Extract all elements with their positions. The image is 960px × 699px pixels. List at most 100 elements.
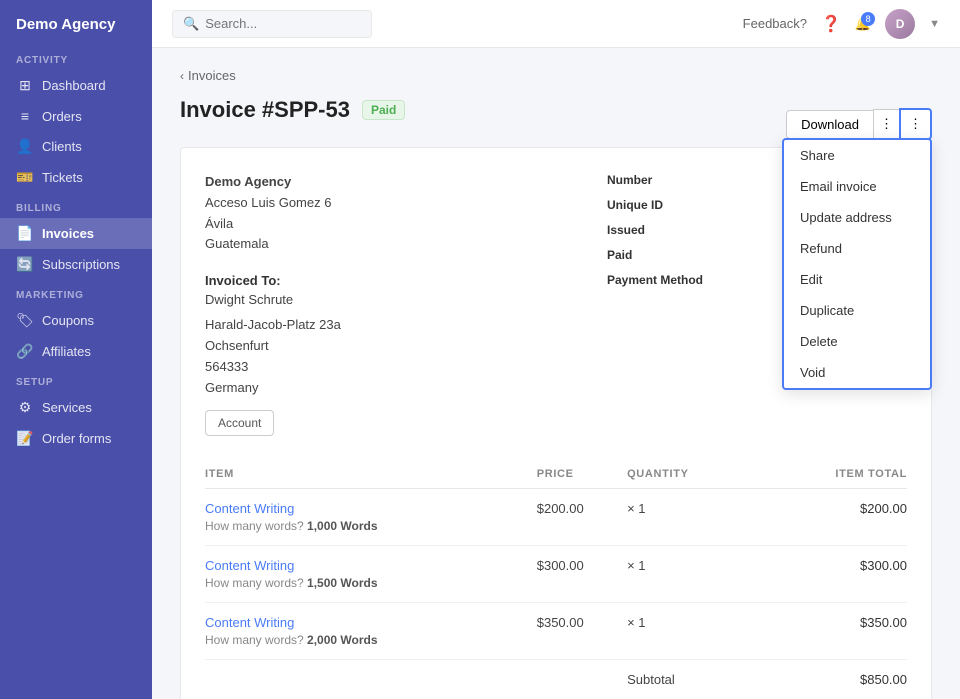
coupons-icon: 🏷 bbox=[16, 312, 34, 329]
section-setup: Setup bbox=[0, 367, 152, 392]
affiliates-icon: 🔗 bbox=[16, 343, 34, 360]
item-name-link-1[interactable]: Content Writing bbox=[205, 558, 537, 573]
item-desc-1: How many words? 1,500 Words bbox=[205, 576, 378, 590]
avatar[interactable]: D bbox=[885, 9, 915, 39]
breadcrumb[interactable]: ‹ Invoices bbox=[180, 68, 932, 83]
sidebar-item-services[interactable]: ⚙ Services bbox=[0, 392, 152, 423]
item-price-1: $300.00 bbox=[537, 546, 627, 603]
avatar-chevron-icon[interactable]: ▼ bbox=[929, 18, 940, 30]
download-area: Download ⋮ ⋮ bbox=[786, 108, 932, 140]
menu-item-email-invoice[interactable]: Email invoice bbox=[784, 171, 930, 202]
more-options-button[interactable]: ⋮ bbox=[899, 108, 932, 140]
to-city: Ochsenfurt bbox=[205, 336, 341, 357]
breadcrumb-chevron-icon: ‹ bbox=[180, 69, 184, 83]
sidebar-item-orders[interactable]: ≡ Orders bbox=[0, 101, 152, 131]
topbar: 🔍 Feedback? ❓ 🔔 8 D ▼ bbox=[152, 0, 960, 48]
col-item-total: Item Total bbox=[745, 460, 907, 489]
item-name-cell: Content Writing How many words? 2,000 Wo… bbox=[205, 603, 537, 660]
services-icon: ⚙ bbox=[16, 399, 34, 416]
sidebar-item-clients[interactable]: 👤 Clients bbox=[0, 131, 152, 162]
status-badge: Paid bbox=[362, 100, 405, 120]
menu-item-delete[interactable]: Delete bbox=[784, 326, 930, 357]
main-area: 🔍 Feedback? ❓ 🔔 8 D ▼ ‹ Invoices Invoice… bbox=[152, 0, 960, 699]
search-box[interactable]: 🔍 bbox=[172, 10, 372, 38]
sidebar-item-order-forms-label: Order forms bbox=[42, 431, 111, 446]
item-total-2: $350.00 bbox=[745, 603, 907, 660]
account-button[interactable]: Account bbox=[205, 410, 274, 436]
search-icon: 🔍 bbox=[183, 16, 199, 32]
item-name-link-2[interactable]: Content Writing bbox=[205, 615, 537, 630]
sidebar-item-subscriptions[interactable]: 🔄 Subscriptions bbox=[0, 249, 152, 280]
sidebar-item-tickets[interactable]: 🎫 Tickets bbox=[0, 162, 152, 193]
item-desc-2: How many words? 2,000 Words bbox=[205, 633, 378, 647]
menu-item-duplicate[interactable]: Duplicate bbox=[784, 295, 930, 326]
item-name-cell: Content Writing How many words? 1,500 Wo… bbox=[205, 546, 537, 603]
sidebar-item-order-forms[interactable]: 📝 Order forms bbox=[0, 423, 152, 454]
section-marketing: Marketing bbox=[0, 280, 152, 305]
app-title: Demo Agency bbox=[0, 0, 152, 45]
item-name-link-0[interactable]: Content Writing bbox=[205, 501, 537, 516]
download-split-icon[interactable]: ⋮ bbox=[873, 109, 899, 139]
from-city: Ávila bbox=[205, 214, 341, 235]
sidebar-item-coupons[interactable]: 🏷 Coupons bbox=[0, 305, 152, 336]
invoice-title: Invoice #SPP-53 bbox=[180, 97, 350, 123]
notification-badge: 8 bbox=[861, 12, 875, 26]
item-desc-0: How many words? 1,000 Words bbox=[205, 519, 378, 533]
content-area: ‹ Invoices Invoice #SPP-53 Paid Download… bbox=[152, 48, 960, 699]
invoice-to-address: Harald-Jacob-Platz 23a Ochsenfurt 564333… bbox=[205, 315, 341, 398]
sidebar: Demo Agency Activity ⊞ Dashboard ≡ Order… bbox=[0, 0, 152, 699]
menu-item-share[interactable]: Share bbox=[784, 140, 930, 171]
menu-item-refund[interactable]: Refund bbox=[784, 233, 930, 264]
invoices-icon: 📄 bbox=[16, 225, 34, 242]
menu-item-edit[interactable]: Edit bbox=[784, 264, 930, 295]
sidebar-item-invoices[interactable]: 📄 Invoices bbox=[0, 218, 152, 249]
to-country: Germany bbox=[205, 378, 341, 399]
item-total-1: $300.00 bbox=[745, 546, 907, 603]
invoice-to-label: Invoiced To: bbox=[205, 273, 341, 288]
from-country: Guatemala bbox=[205, 234, 341, 255]
table-row: Content Writing How many words? 2,000 Wo… bbox=[205, 603, 907, 660]
field-unique-id-label: Unique ID bbox=[607, 198, 737, 212]
field-payment-method-label: Payment Method bbox=[607, 273, 737, 287]
subtotal-row: Subtotal $850.00 bbox=[205, 660, 907, 699]
from-address1: Acceso Luis Gomez 6 bbox=[205, 193, 341, 214]
orders-icon: ≡ bbox=[16, 108, 34, 124]
menu-item-update-address[interactable]: Update address bbox=[784, 202, 930, 233]
field-issued-label: Issued bbox=[607, 223, 737, 237]
dropdown-menu: Share Email invoice Update address Refun… bbox=[782, 138, 932, 390]
sidebar-item-affiliates-label: Affiliates bbox=[42, 344, 91, 359]
item-price-0: $200.00 bbox=[537, 489, 627, 546]
subtotal-label: Subtotal bbox=[627, 660, 745, 699]
item-price-2: $350.00 bbox=[537, 603, 627, 660]
search-input[interactable] bbox=[205, 16, 365, 31]
invoice-from-to: Demo Agency Acceso Luis Gomez 6 Ávila Gu… bbox=[205, 172, 341, 436]
item-qty-0: × 1 bbox=[627, 489, 745, 546]
feedback-label[interactable]: Feedback? bbox=[743, 16, 807, 31]
field-number-label: Number bbox=[607, 173, 737, 187]
sidebar-item-orders-label: Orders bbox=[42, 109, 82, 124]
sidebar-item-invoices-label: Invoices bbox=[42, 226, 94, 241]
menu-item-void[interactable]: Void bbox=[784, 357, 930, 388]
notifications-bell[interactable]: 🔔 8 bbox=[855, 16, 871, 32]
item-name-cell: Content Writing How many words? 1,000 Wo… bbox=[205, 489, 537, 546]
invoice-to: Invoiced To: Dwight Schrute Harald-Jacob… bbox=[205, 273, 341, 436]
item-qty-2: × 1 bbox=[627, 603, 745, 660]
order-forms-icon: 📝 bbox=[16, 430, 34, 447]
field-paid-label: Paid bbox=[607, 248, 737, 262]
sidebar-item-tickets-label: Tickets bbox=[42, 170, 83, 185]
download-button[interactable]: Download bbox=[786, 110, 873, 139]
to-address1: Harald-Jacob-Platz 23a bbox=[205, 315, 341, 336]
col-quantity: Quantity bbox=[627, 460, 745, 489]
topbar-right: Feedback? ❓ 🔔 8 D ▼ bbox=[743, 9, 940, 39]
help-icon[interactable]: ❓ bbox=[821, 14, 841, 34]
sidebar-item-dashboard[interactable]: ⊞ Dashboard bbox=[0, 70, 152, 101]
sidebar-item-affiliates[interactable]: 🔗 Affiliates bbox=[0, 336, 152, 367]
col-price: Price bbox=[537, 460, 627, 489]
section-activity: Activity bbox=[0, 45, 152, 70]
sidebar-item-coupons-label: Coupons bbox=[42, 313, 94, 328]
dashboard-icon: ⊞ bbox=[16, 77, 34, 94]
sidebar-item-services-label: Services bbox=[42, 400, 92, 415]
sidebar-item-subscriptions-label: Subscriptions bbox=[42, 257, 120, 272]
tickets-icon: 🎫 bbox=[16, 169, 34, 186]
table-row: Content Writing How many words? 1,500 Wo… bbox=[205, 546, 907, 603]
